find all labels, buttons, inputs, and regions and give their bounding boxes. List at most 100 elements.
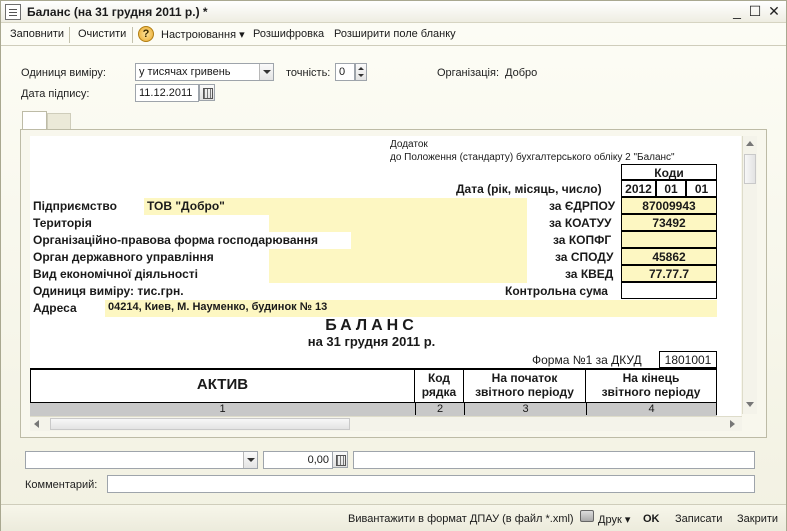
settings-menu[interactable]: Настроювання ▾ <box>161 28 245 41</box>
date-label: Дата підпису: <box>21 88 90 100</box>
tab-form[interactable] <box>22 111 47 130</box>
window-title: Баланс (на 31 грудня 2011 р.) * <box>27 5 208 19</box>
bottom-text-field[interactable] <box>353 451 755 469</box>
close-button[interactable]: Закрити <box>737 513 778 525</box>
spodu-cell[interactable]: 45862 <box>621 248 717 265</box>
kopfg-label: за КОПФГ <box>553 233 612 247</box>
gov-label: Орган державного управління <box>33 250 214 264</box>
horizontal-scroll-thumb[interactable] <box>50 418 350 430</box>
col-start-line-1: На початок <box>491 371 558 385</box>
date-year-cell: 2012 <box>621 180 656 197</box>
col-code-line-2: рядка <box>421 385 457 399</box>
activity-field[interactable] <box>269 266 527 283</box>
kved-cell[interactable]: 77.77.7 <box>621 265 717 282</box>
spodu-label: за СПОДУ <box>555 250 614 264</box>
unit-label: Одиниця виміру: <box>21 67 106 79</box>
bottom-select[interactable] <box>25 451 258 469</box>
report-subtitle: на 31 грудня 2011 р. <box>307 334 436 349</box>
balance-window: Баланс (на 31 грудня 2011 р.) * _ ☐ ✕ За… <box>0 0 787 531</box>
edrpou-cell[interactable]: 87009943 <box>621 197 717 214</box>
date-day-cell: 01 <box>686 180 717 197</box>
territory-field[interactable] <box>269 215 527 232</box>
koatuu-cell[interactable]: 73492 <box>621 214 717 231</box>
close-window-button[interactable]: ✕ <box>766 4 782 20</box>
edrpou-label: за ЄДРПОУ <box>549 199 616 213</box>
numbering-row: 1 2 3 4 <box>30 402 717 416</box>
col-start-line-2: звітного періоду <box>475 385 574 399</box>
minimize-button[interactable]: _ <box>729 4 745 20</box>
scroll-left-icon[interactable] <box>34 420 39 428</box>
date-row-label: Дата (рік, місяць, число) <box>456 182 602 196</box>
horizontal-scrollbar[interactable] <box>30 416 742 431</box>
unit-select[interactable]: у тисячах гривень <box>135 63 274 81</box>
tab-second[interactable] <box>47 113 71 129</box>
decode-button[interactable]: Розшифровка <box>253 28 324 40</box>
bottom-select-dropdown-icon[interactable] <box>243 452 257 468</box>
toolbar-separator <box>69 27 70 43</box>
checksum-cell <box>621 282 717 299</box>
kved-label: за КВЕД <box>565 267 614 281</box>
document-icon <box>5 4 21 20</box>
date-month-cell: 01 <box>656 180 686 197</box>
address-label: Адреса <box>33 301 77 315</box>
legal-form-label: Організаційно-правова форма господарюван… <box>33 233 319 247</box>
num-cell-3: 3 <box>464 403 586 415</box>
col-start-header: На початок звітного періоду <box>464 370 586 402</box>
col-end-header: На кінець звітного періоду <box>586 370 717 402</box>
territory-label: Територія <box>33 216 92 230</box>
vertical-scroll-thumb[interactable] <box>744 154 756 184</box>
report-title: БАЛАНС <box>325 317 418 334</box>
col-code-header: Код рядка <box>415 370 464 402</box>
org-label: Організація: <box>437 67 499 79</box>
help-icon[interactable]: ? <box>138 26 154 42</box>
kopfg-cell[interactable] <box>621 231 717 248</box>
comment-input[interactable] <box>107 475 755 493</box>
comment-label: Комментарий: <box>25 479 98 491</box>
num-cell-2: 2 <box>415 403 464 415</box>
chevron-down-icon: ▾ <box>624 514 631 526</box>
col-code-line-1: Код <box>427 371 451 385</box>
amount-input[interactable]: 0,00 <box>263 451 333 469</box>
col-end-line-1: На кінець <box>622 371 680 385</box>
export-dpau-button[interactable]: Вивантажити в формат ДПАУ (в файл *.xml) <box>348 513 574 525</box>
clear-button[interactable]: Очистити <box>78 28 126 40</box>
unit-dropdown-icon[interactable] <box>259 64 273 80</box>
precision-label: точність: <box>286 67 331 79</box>
org-value: Добро <box>505 67 538 79</box>
address-value: 04214, Киев, М. Науменко, будинок № 13 <box>108 301 328 313</box>
calendar-icon[interactable] <box>199 84 215 101</box>
legal-form-field[interactable] <box>351 232 527 249</box>
calculator-icon[interactable] <box>332 451 348 468</box>
address-field[interactable]: 04214, Киев, М. Науменко, будинок № 13 <box>105 300 717 317</box>
form-label: Форма №1 за ДКУД <box>532 353 642 367</box>
unit-line: Одиниця виміру: тис.грн. <box>33 284 184 298</box>
checksum-label: Контрольна сума <box>505 284 608 298</box>
precision-stepper[interactable] <box>355 63 367 81</box>
print-label: Друк <box>598 514 622 526</box>
annex-line-2: до Положення (стандарту) бухгалтерського… <box>390 152 675 163</box>
precision-input[interactable]: 0 <box>335 63 355 81</box>
expand-form-button[interactable]: Розширити поле бланку <box>334 28 456 40</box>
col-asset-header: АКТИВ <box>30 370 415 402</box>
enterprise-value: ТОВ "Добро" <box>147 199 225 213</box>
ok-button[interactable]: OK <box>643 513 660 525</box>
report-sheet: Додаток до Положення (стандарту) бухгалт… <box>30 136 741 416</box>
unit-select-value: у тисячах гривень <box>139 66 231 78</box>
fill-button[interactable]: Заповнити <box>10 28 64 40</box>
enterprise-field[interactable]: ТОВ "Добро" <box>144 198 527 215</box>
koatuu-label: за КОАТУУ <box>549 216 612 230</box>
scroll-up-icon[interactable] <box>746 141 754 146</box>
print-menu[interactable]: Друк ▾ <box>598 513 630 526</box>
codes-header: Коди <box>621 164 717 180</box>
title-bar: Баланс (на 31 грудня 2011 р.) * _ ☐ ✕ <box>1 1 786 23</box>
save-button[interactable]: Записати <box>675 513 722 525</box>
vertical-scrollbar[interactable] <box>742 136 757 414</box>
scroll-down-icon[interactable] <box>746 402 754 407</box>
activity-label: Вид економічної діяльності <box>33 267 198 281</box>
maximize-button[interactable]: ☐ <box>747 4 763 20</box>
printer-icon[interactable] <box>580 510 594 522</box>
annex-line-1: Додаток <box>390 139 428 150</box>
date-input[interactable]: 11.12.2011 <box>135 84 199 102</box>
scroll-right-icon[interactable] <box>730 420 735 428</box>
gov-field[interactable] <box>269 249 527 266</box>
